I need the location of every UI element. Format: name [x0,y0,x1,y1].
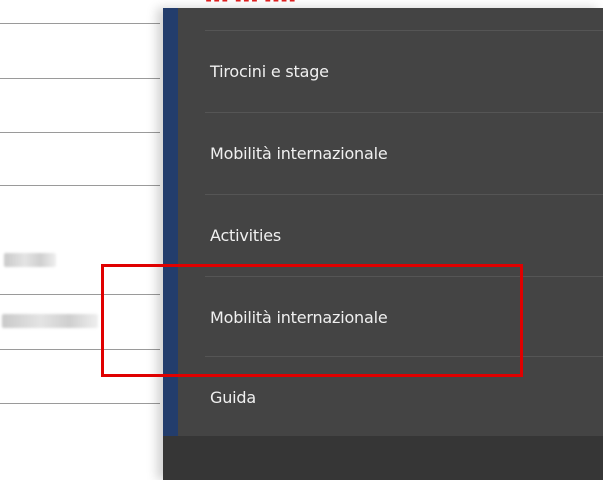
menu-item-tirocini-e-stage[interactable]: Tirocini e stage [178,30,603,112]
background-divider [0,185,160,186]
menu-accent-stripe [163,8,178,436]
menu-item-label: Mobilità internazionale [210,307,388,327]
menu-item-activities[interactable]: Activities [178,194,603,276]
menu-item-mobilita-internazionale[interactable]: Mobilità internazionale [178,112,603,194]
menu-item-label: Guida [210,387,256,407]
background-divider [0,403,160,404]
menu-item-guida[interactable]: Guida [178,356,603,438]
cut-off-red-text: ▮▮▮ ▮▮▮ ▮▮▮▮ [205,0,315,3]
background-divider [0,132,160,133]
menu-item-label: Mobilità internazionale [210,143,388,163]
menu-item-activities-mobilita-internazionale[interactable]: Mobilità internazionale [178,276,603,358]
background-divider [0,294,160,295]
background-divider [0,23,160,24]
menu-footer [163,436,603,480]
menu-item-label: Activities [210,225,281,245]
background-page [0,0,163,480]
background-divider [0,78,160,79]
background-divider [0,349,160,350]
blurred-text [2,314,98,328]
blurred-text [4,253,56,267]
side-menu: Tirocini e stage Mobilità internazionale… [163,8,603,480]
menu-item-label: Tirocini e stage [210,61,329,81]
